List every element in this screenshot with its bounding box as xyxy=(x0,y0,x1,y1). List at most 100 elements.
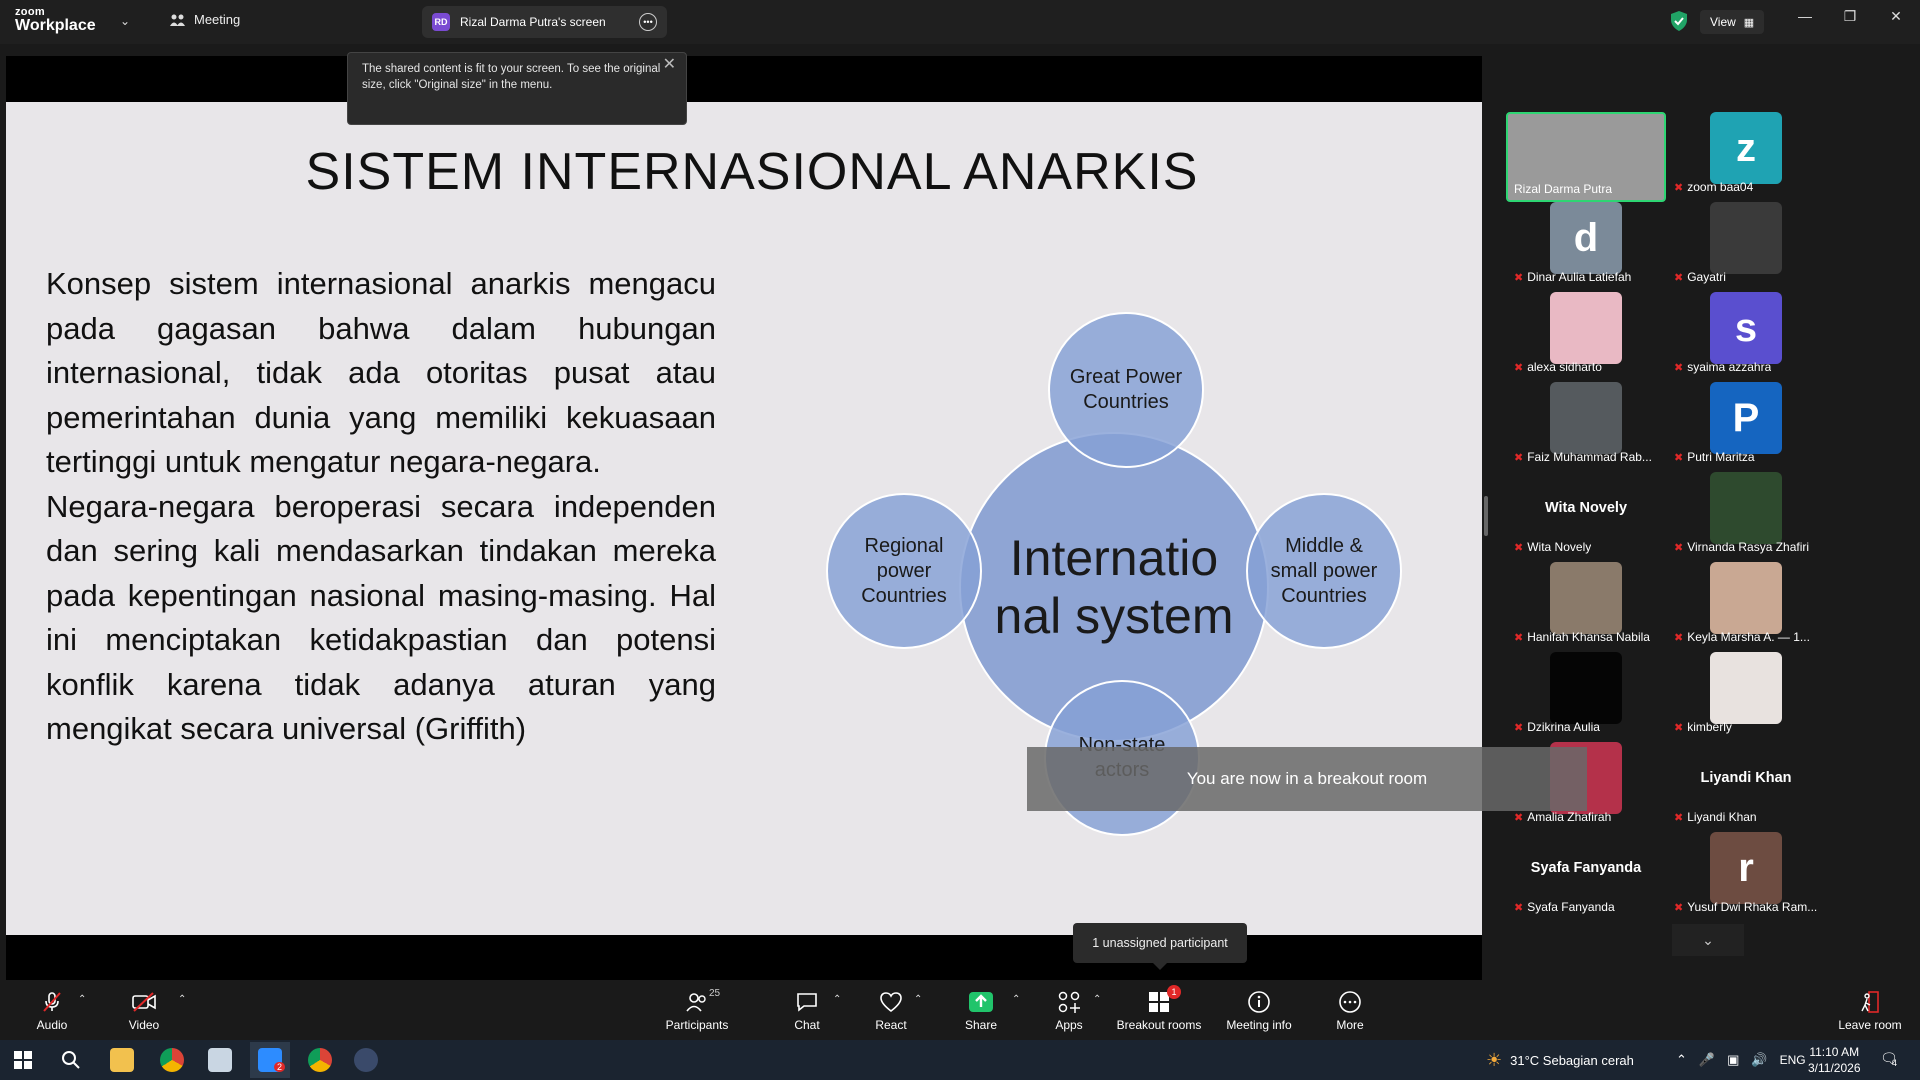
file-explorer-icon[interactable] xyxy=(110,1048,134,1072)
clock[interactable]: 11:10 AM 3/11/2026 xyxy=(1808,1044,1861,1076)
zoom-workplace-logo[interactable]: zoom Workplace xyxy=(15,7,96,34)
leave-room-button[interactable]: Leave room xyxy=(1830,990,1910,1032)
participant-tile[interactable]: ✖ Dzikrina Aulia xyxy=(1506,652,1666,734)
participant-tile[interactable]: ✖ Keyla Marsha A. — 1... xyxy=(1666,562,1826,644)
shared-screen-tab[interactable]: RD Rizal Darma Putra's screen ••• xyxy=(422,6,667,38)
tray-chevron-icon[interactable]: ⌃ xyxy=(1676,1052,1687,1068)
weather-icon: ☀ xyxy=(1486,1049,1503,1070)
participant-tile[interactable]: z ✖ zoom baa04 xyxy=(1666,112,1826,194)
participant-display-name: Wita Novely xyxy=(1544,500,1628,516)
taskbar-zoom-active[interactable]: 2 xyxy=(250,1042,290,1078)
participants-button[interactable]: 25 Participants xyxy=(657,988,737,1032)
title-bar: zoom Workplace ⌄ Meeting RD Rizal Darma … xyxy=(0,0,1920,44)
react-options-caret-icon[interactable]: ⌃ xyxy=(914,994,922,1005)
participant-name: Rizal Darma Putra xyxy=(1514,182,1613,196)
more-icon xyxy=(1339,991,1361,1013)
weather-widget[interactable]: ☀ 31°C Sebagian cerah xyxy=(1486,1040,1634,1080)
participant-tile[interactable]: d ✖ Dinar Aulia Latiefah xyxy=(1506,202,1666,284)
notifications-icon[interactable]: 🗨 4 xyxy=(1880,1050,1898,1068)
gallery-scrollbar[interactable] xyxy=(1484,496,1488,536)
restore-icon[interactable]: ❐ xyxy=(1838,8,1862,25)
participant-tile[interactable]: r ✖ Yusuf Dwi Rhaka Ram... xyxy=(1666,832,1826,914)
participant-label: ✖ zoom baa04 xyxy=(1674,180,1753,194)
gallery-scroll-down-icon[interactable]: ⌄ xyxy=(1672,924,1744,956)
participant-tile[interactable]: ✖ Hanifah Khansa Nabila xyxy=(1506,562,1666,644)
view-label: View xyxy=(1710,15,1736,29)
apps-options-caret-icon[interactable]: ⌃ xyxy=(1093,994,1101,1005)
participant-tile[interactable]: ✖ Gayatri xyxy=(1666,202,1826,284)
share-options-caret-icon[interactable]: ⌃ xyxy=(1012,994,1020,1005)
windows-taskbar: 2 ☀ 31°C Sebagian cerah ⌃ 🎤 ▣ 🔊 ENG 11:1… xyxy=(0,1040,1920,1080)
participant-tile[interactable]: Liyandi Khan ✖ Liyandi Khan xyxy=(1666,742,1826,824)
participant-label: ✖ Gayatri xyxy=(1674,270,1726,284)
shared-screen-title: Rizal Darma Putra's screen xyxy=(460,15,606,29)
participant-tile[interactable]: ✖ Faiz Muhammad Rab... xyxy=(1506,382,1666,464)
participant-name: Gayatri xyxy=(1687,270,1726,284)
leave-room-icon xyxy=(1861,991,1879,1013)
slide-body: Konsep sistem internasional anarkis meng… xyxy=(46,262,716,752)
participant-video xyxy=(1710,472,1782,544)
mic-muted-icon: ✖ xyxy=(1514,721,1524,734)
chat-icon xyxy=(797,993,817,1012)
close-icon[interactable]: ✕ xyxy=(663,57,676,73)
search-icon[interactable] xyxy=(61,1050,81,1070)
participant-tile[interactable]: Wita Novely ✖ Wita Novely xyxy=(1506,472,1666,554)
mic-muted-icon: ✖ xyxy=(1674,181,1684,194)
breakout-rooms-button[interactable]: 1 Breakout rooms xyxy=(1117,985,1201,1032)
audio-options-caret-icon[interactable]: ⌃ xyxy=(78,994,86,1005)
language-indicator[interactable]: ENG xyxy=(1780,1053,1806,1067)
react-label: React xyxy=(875,1018,907,1032)
participant-avatar: r xyxy=(1710,832,1782,904)
participant-tile[interactable]: Rizal Darma Putra xyxy=(1506,112,1666,202)
chrome-icon-2[interactable] xyxy=(308,1048,332,1072)
volume-icon[interactable]: 🔊 xyxy=(1751,1052,1767,1068)
participant-tile[interactable]: s ✖ syaima azzahra xyxy=(1666,292,1826,374)
participant-label: ✖ Faiz Muhammad Rab... xyxy=(1514,450,1652,464)
camera-app-icon[interactable] xyxy=(354,1048,378,1072)
network-icon[interactable]: ▣ xyxy=(1727,1052,1739,1068)
participant-video xyxy=(1710,652,1782,724)
meeting-info-button[interactable]: Meeting info xyxy=(1219,990,1299,1032)
view-button[interactable]: View ▦ xyxy=(1700,10,1765,34)
close-window-icon[interactable]: ✕ xyxy=(1884,8,1908,25)
participant-avatar: d xyxy=(1550,202,1622,274)
more-button[interactable]: More xyxy=(1310,990,1390,1032)
meeting-button[interactable]: Meeting xyxy=(170,12,240,27)
video-off-icon xyxy=(132,992,156,1012)
share-button[interactable]: Share xyxy=(941,990,1021,1032)
participant-display-name: Liyandi Khan xyxy=(1700,770,1792,786)
diagram-right: Middle & small power Countries xyxy=(1246,493,1402,649)
participant-tile[interactable]: ✖ kimberly xyxy=(1666,652,1826,734)
participant-tile[interactable]: ✖ alexa sidharto xyxy=(1506,292,1666,374)
participants-icon xyxy=(686,993,706,1012)
encryption-shield-icon[interactable] xyxy=(1670,10,1688,32)
video-options-caret-icon[interactable]: ⌃ xyxy=(178,994,186,1005)
mic-muted-icon: ✖ xyxy=(1674,451,1684,464)
chevron-down-icon[interactable]: ⌄ xyxy=(120,14,130,28)
more-options-icon[interactable]: ••• xyxy=(639,13,657,31)
snipping-tool-icon[interactable] xyxy=(208,1048,232,1072)
minimize-icon[interactable]: — xyxy=(1793,8,1817,24)
video-button[interactable]: Video xyxy=(104,990,184,1032)
participant-tile[interactable]: Syafa Fanyanda ✖ Syafa Fanyanda xyxy=(1506,832,1666,914)
participant-gallery: Rizal Darma Putra z ✖ zoom baa04 d ✖ Dinar Aul… xyxy=(1482,44,1920,980)
meeting-info-label: Meeting info xyxy=(1226,1018,1292,1032)
shared-screen: SISTEM INTERNASIONAL ANARKIS Konsep sist… xyxy=(6,56,1482,1015)
chat-options-caret-icon[interactable]: ⌃ xyxy=(833,994,841,1005)
participant-name: Liyandi Khan xyxy=(1687,810,1757,824)
diagram-top: Great Power Countries xyxy=(1048,312,1204,468)
mic-muted-icon: ✖ xyxy=(1514,631,1524,644)
breakout-rooms-label: Breakout rooms xyxy=(1116,1018,1202,1032)
mic-muted-icon: ✖ xyxy=(1674,361,1684,374)
participant-label: ✖ Dinar Aulia Latiefah xyxy=(1514,270,1631,284)
share-label: Share xyxy=(964,1018,998,1032)
microphone-icon[interactable]: 🎤 xyxy=(1699,1052,1715,1068)
participant-name: Wita Novely xyxy=(1527,540,1592,554)
clock-time: 11:10 AM xyxy=(1809,1045,1860,1059)
participant-tile[interactable]: ✖ Virnanda Rasya Zhafiri xyxy=(1666,472,1826,554)
info-icon xyxy=(1248,991,1270,1013)
chat-label: Chat xyxy=(794,1018,820,1032)
chrome-icon[interactable] xyxy=(160,1048,184,1072)
windows-start-icon[interactable] xyxy=(14,1051,32,1069)
participant-tile[interactable]: P ✖ Putri Maritza xyxy=(1666,382,1826,464)
